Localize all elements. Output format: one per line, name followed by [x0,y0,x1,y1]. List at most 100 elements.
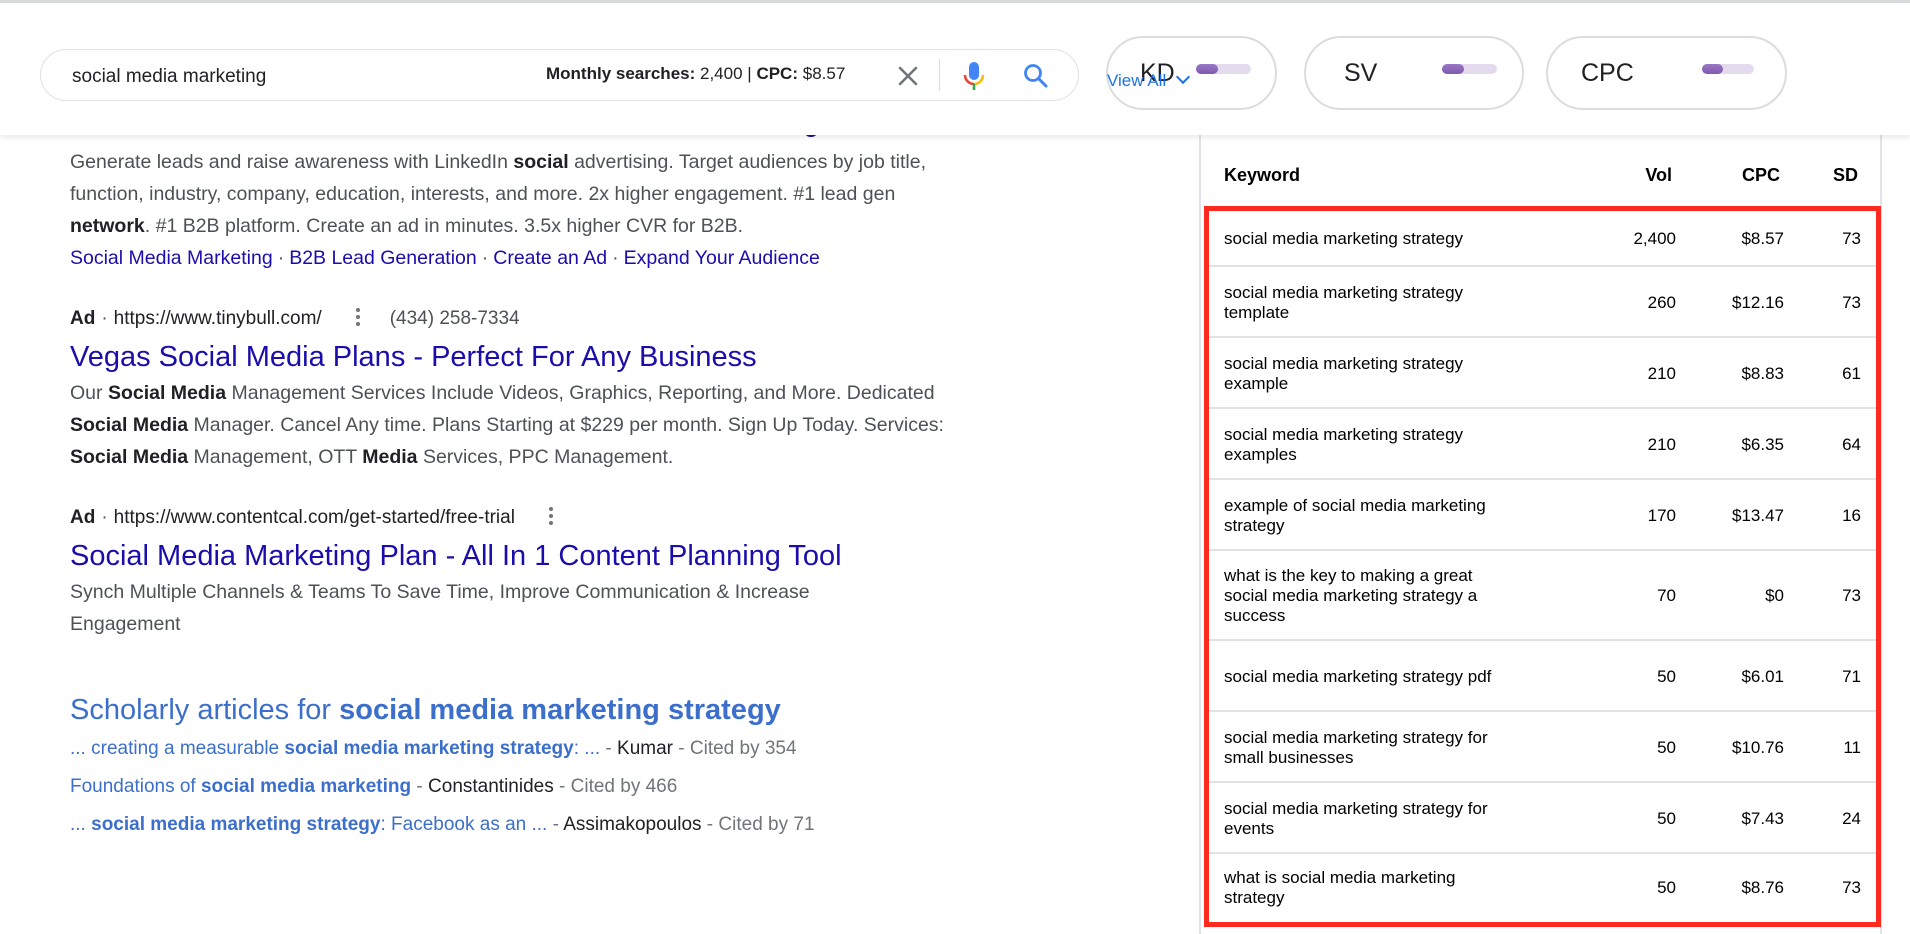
view-all-link[interactable]: View All [1107,69,1191,91]
more-options-icon[interactable] [548,507,553,525]
keyword-row[interactable]: social media marketing strategy template… [1209,267,1876,338]
metrics-separator: | [747,64,752,83]
ad-dot: · [101,507,108,528]
keyword-table-header: Keyword Vol CPC SD [1201,135,1880,201]
dash: - [553,776,571,797]
article-author: Assimakopoulos [563,814,702,835]
search-box[interactable]: social media marketing Monthly searches:… [40,49,1079,101]
volume-cell: 210 [1647,363,1676,383]
keyword-row[interactable]: example of social media marketing strate… [1209,480,1876,551]
cited-by-link[interactable]: Cited by 71 [718,814,814,835]
sitelink[interactable]: Social Media Marketing [70,247,273,269]
text-fragment: Services, PPC Management. [417,446,674,468]
keyword-cell[interactable]: what is social media marketing strategy [1224,868,1514,908]
volume-cell: 50 [1657,737,1676,757]
text-fragment: Generate leads and raise awareness with … [70,151,514,173]
ad-url[interactable]: https://www.contentcal.com/get-started/f… [114,507,515,528]
clear-icon[interactable] [894,62,922,90]
volume-cell: 50 [1657,808,1676,828]
keyword-row[interactable]: what is social media marketing strategy 5… [1209,854,1876,922]
volume-cell: 2,400 [1633,229,1676,248]
pill-slider-fill [1196,64,1218,74]
dash: - [552,814,564,835]
column-header-sd[interactable]: SD [1833,165,1858,186]
keyword-row[interactable]: social media marketing strategy example 2… [1209,338,1876,409]
pill-slider[interactable] [1702,64,1754,74]
filter-pill-cpc[interactable]: CPC [1546,36,1787,110]
text-fragment: . #1 B2B platform. Create an ad in minut… [144,215,744,237]
keyword-cell[interactable]: social media marketing strategy for even… [1224,799,1514,839]
cpc-cell: $8.76 [1741,878,1784,897]
keyword-cell[interactable]: social media marketing strategy for smal… [1224,728,1514,768]
search-input[interactable]: social media marketing [72,66,266,88]
ad-phone[interactable]: (434) 258-7334 [390,308,520,329]
pill-slider-fill [1702,64,1723,74]
keyword-row[interactable]: what is the key to making a great social… [1209,551,1876,641]
volume-cell: 170 [1647,505,1676,525]
keyword-cell[interactable]: social media marketing strategy example [1224,354,1514,394]
cited-by-link[interactable]: Cited by 354 [690,738,797,759]
search-icon[interactable] [1021,61,1051,91]
keyword-row[interactable]: social media marketing strategy 2,400 $8.5… [1209,211,1876,267]
article-link[interactable]: ... creating a measurable social media m… [70,738,600,759]
dash: - [701,814,719,835]
column-header-keyword[interactable]: Keyword [1224,165,1300,186]
ad-title-link[interactable]: Social Media Marketing Plan - All In 1 C… [70,536,970,576]
pill-slider[interactable] [1196,64,1251,74]
cpc-value: $8.57 [802,64,846,83]
sd-cell: 73 [1842,229,1861,248]
article-text-bold: social media marketing strategy [91,814,381,835]
microphone-icon[interactable] [959,60,989,92]
article-author: Constantinides [428,776,554,797]
column-header-cpc[interactable]: CPC [1742,165,1780,186]
ad-title-link[interactable]: Vegas Social Media Plans - Perfect For A… [70,337,970,377]
keyword-row[interactable]: social media marketing strategy for even… [1209,783,1876,854]
keyword-cell[interactable]: what is the key to making a great social… [1224,566,1514,626]
keyword-row[interactable]: social media marketing strategy for smal… [1209,712,1876,783]
article-link[interactable]: Foundations of social media marketing [70,776,411,797]
cpc-cell: $8.57 [1741,229,1784,248]
keyword-row[interactable]: social media marketing strategy examples… [1209,409,1876,480]
cpc-cell: $6.35 [1741,434,1784,454]
keyword-row[interactable]: social media marketing strategy pdf 50 $6.… [1209,641,1876,712]
article-link[interactable]: ... social media marketing strategy: Fac… [70,814,547,835]
pill-slider[interactable] [1442,64,1497,74]
article-text: : ... [573,738,601,759]
keyword-cell[interactable]: social media marketing strategy examples [1224,425,1514,465]
cited-by-link[interactable]: Cited by 466 [571,776,678,797]
filter-pill-sv[interactable]: SV [1304,36,1524,110]
scholarly-title-link[interactable]: Scholarly articles for social media mark… [70,690,970,730]
sd-cell: 16 [1842,505,1861,525]
sitelink[interactable]: B2B Lead Generation [289,247,477,269]
monthly-searches-value: 2,400 [700,64,743,83]
sitelink[interactable]: Create an Ad [493,247,607,269]
dash: - [416,776,429,797]
sd-cell: 71 [1842,666,1861,686]
cpc-label: CPC: [756,64,798,83]
keyword-table-highlighted: social media marketing strategy 2,400 $8.5… [1204,206,1881,927]
pill-label: CPC [1581,59,1634,87]
ad-result-contentcal: Ad · https://www.contentcal.com/get-starte… [70,503,970,640]
sd-cell: 24 [1842,808,1861,828]
article-text: Foundations of [70,776,201,797]
sitelink-separator: · [481,247,489,269]
search-metrics: Monthly searches: 2,400 | CPC: $8.57 [546,64,845,84]
ad-header: Ad · https://www.contentcal.com/get-starte… [70,503,970,533]
keyword-panel: Keyword Vol CPC SD social media marketin… [1199,135,1882,934]
ad-url[interactable]: https://www.tinybull.com/ [114,308,322,329]
sitelink[interactable]: Expand Your Audience [624,247,820,269]
sitelink-separator: · [277,247,285,269]
more-options-icon[interactable] [355,308,360,326]
bold-term: Media [362,446,418,468]
scholarly-articles: Scholarly articles for social media mark… [70,690,970,844]
scholarly-article: Foundations of social media marketing - … [70,768,970,806]
keyword-cell[interactable]: social media marketing strategy [1224,229,1514,249]
dash: - [673,738,690,759]
text-fragment: Manager. Cancel Any time. Plans Starting… [188,414,944,436]
keyword-cell[interactable]: social media marketing strategy pdf [1224,667,1514,687]
keyword-cell[interactable]: social media marketing strategy template [1224,283,1514,323]
column-header-vol[interactable]: Vol [1645,165,1672,186]
keyword-cell[interactable]: example of social media marketing strate… [1224,496,1514,536]
pill-label: SV [1344,59,1378,87]
article-text: ... [70,814,92,835]
